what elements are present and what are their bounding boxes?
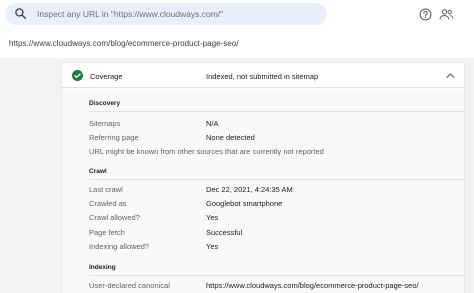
chevron-up-icon[interactable] xyxy=(446,72,455,79)
coverage-header[interactable]: Coverage Indexed, not submitted in sitem… xyxy=(62,63,464,88)
crawl-section-title: Crawl xyxy=(89,168,107,175)
inspected-url: https://www.cloudways.com/blog/ecommerce… xyxy=(9,39,239,48)
top-bar xyxy=(0,0,474,30)
divider xyxy=(89,179,464,180)
search-input[interactable] xyxy=(37,7,317,21)
detail-label: Sitemaps xyxy=(89,119,121,128)
detail-value: Successful xyxy=(206,228,243,237)
help-icon[interactable] xyxy=(419,8,432,21)
coverage-details: Discovery Sitemaps N/A Referring page No… xyxy=(62,89,464,293)
divider xyxy=(89,111,464,112)
detail-label: Crawled as xyxy=(89,199,127,208)
discovery-note: URL might be known from other sources th… xyxy=(89,147,324,156)
detail-value: N/A xyxy=(206,119,219,128)
url-inspection-search[interactable] xyxy=(5,3,327,25)
coverage-label: Coverage xyxy=(90,72,123,81)
detail-label: Crawl allowed? xyxy=(89,213,140,222)
detail-value: Yes xyxy=(206,213,219,222)
detail-label: User-declared canonical xyxy=(89,281,170,290)
divider xyxy=(89,275,464,276)
detail-value: None detected xyxy=(206,133,255,142)
search-icon xyxy=(15,8,27,20)
detail-value: Yes xyxy=(206,242,219,251)
detail-label: Indexing allowed? xyxy=(89,242,150,251)
check-circle-icon xyxy=(72,70,83,81)
detail-label: Referring page xyxy=(89,133,139,142)
detail-label: Page fetch xyxy=(89,228,125,237)
coverage-status: Indexed, not submitted in sitemap xyxy=(206,72,319,81)
indexing-section-title: Indexing xyxy=(89,264,116,271)
detail-value: Dec 22, 2021, 4:24:35 AM xyxy=(206,185,293,194)
detail-label: Last crawl xyxy=(89,185,123,194)
people-icon[interactable] xyxy=(439,8,454,21)
coverage-card: Coverage Indexed, not submitted in sitem… xyxy=(62,63,464,293)
detail-value: Googlebot smartphone xyxy=(206,199,283,208)
canonical-url: https://www.cloudways.com/blog/ecommerce… xyxy=(206,281,419,290)
discovery-section-title: Discovery xyxy=(89,100,121,107)
